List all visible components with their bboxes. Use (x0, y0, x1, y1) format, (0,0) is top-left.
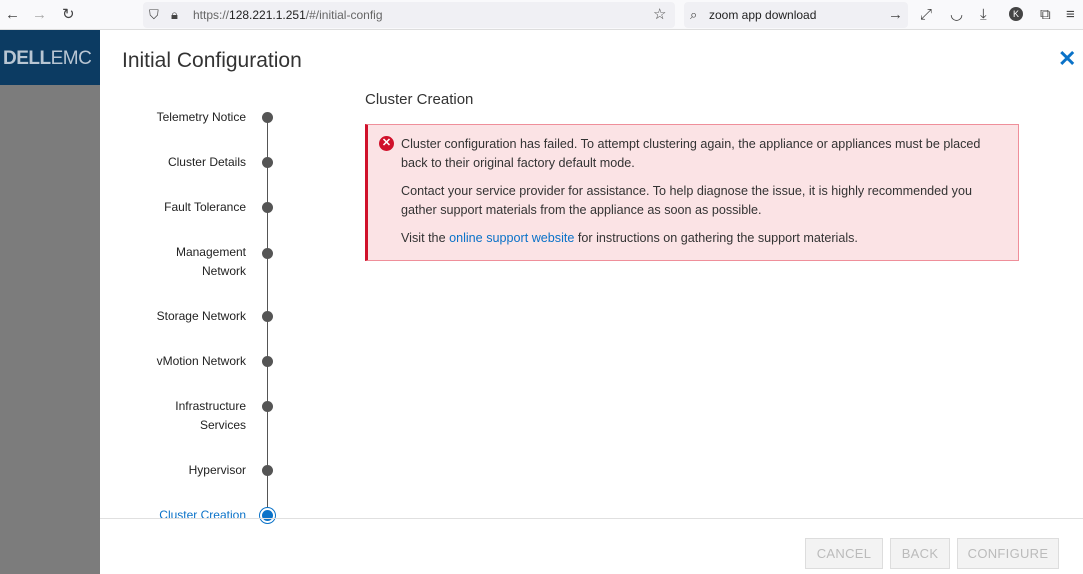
fullscreen-icon[interactable]: ⤢ (920, 5, 932, 25)
back-icon[interactable]: ← (5, 5, 20, 25)
footer-divider (100, 518, 1083, 519)
url-path: /#/initial-config (305, 8, 383, 22)
url-prefix: https:// (193, 8, 230, 22)
menu-icon[interactable]: ≡ (1066, 5, 1075, 25)
back-button[interactable]: BACK (890, 538, 950, 569)
step-dot (262, 356, 273, 367)
step-cluster-creation[interactable]: Cluster Creation (116, 506, 246, 525)
error-alert: ✕ Cluster configuration has failed. To a… (365, 124, 1019, 261)
search-input[interactable]: zoom app download (709, 8, 816, 22)
step-cluster-details[interactable]: Cluster Details (116, 153, 246, 172)
forward-icon[interactable]: → (32, 5, 47, 25)
cancel-button[interactable]: CANCEL (805, 538, 883, 569)
step-dot (262, 465, 273, 476)
step-dot (262, 112, 273, 123)
url-host: 128.221.1.251 (229, 8, 306, 22)
alert-support: Visit the online support website for ins… (401, 231, 858, 245)
step-dot (262, 248, 273, 259)
browser-toolbar: ← → ↻ ⛉ 🔒︎ https://128.221.1.251/#/initi… (0, 0, 1083, 30)
star-icon[interactable]: ☆ (653, 5, 666, 25)
section-title: Cluster Creation (365, 91, 474, 108)
configure-button[interactable]: CONFIGURE (957, 538, 1059, 569)
step-dot (262, 401, 273, 412)
step-dot (262, 202, 273, 213)
profile-avatar[interactable]: K (1009, 7, 1023, 21)
alert-message: Cluster configuration has failed. To att… (401, 137, 981, 170)
go-arrow-icon[interactable]: → (888, 5, 903, 25)
step-fault-tolerance[interactable]: Fault Tolerance (116, 198, 246, 217)
pocket-icon[interactable]: ◡ (950, 5, 963, 25)
overlay-background (0, 85, 100, 574)
dialog-title: Initial Configuration (122, 49, 302, 72)
step-dot (262, 311, 273, 322)
step-telemetry-notice[interactable]: Telemetry Notice (116, 108, 246, 127)
step-hypervisor[interactable]: Hypervisor (116, 461, 246, 480)
shield-icon[interactable]: ⛉ (149, 5, 159, 25)
dell-emc-logo: DELLEMC (3, 48, 92, 69)
address-bar[interactable]: ⛉ 🔒︎ https://128.221.1.251/#/initial-con… (143, 2, 675, 28)
reload-icon[interactable]: ↻ (62, 5, 75, 25)
initial-configuration-dialog: Initial Configuration ✕ Telemetry Notice… (100, 30, 1083, 574)
close-icon[interactable]: ✕ (1058, 46, 1076, 72)
download-icon[interactable]: ⤓ (980, 5, 987, 25)
search-bar[interactable]: ⌕ zoom app download → (684, 2, 908, 28)
search-icon: ⌕ (690, 7, 698, 22)
step-management-network[interactable]: Management Network (156, 243, 246, 281)
alert-assistance: Contact your service provider for assist… (401, 184, 972, 217)
extensions-icon[interactable]: ⧉ (1040, 5, 1051, 25)
step-storage-network[interactable]: Storage Network (116, 307, 246, 326)
step-dot-active (262, 510, 273, 521)
step-vmotion-network[interactable]: vMotion Network (116, 352, 246, 371)
step-dot (262, 157, 273, 168)
step-infrastructure-services[interactable]: Infrastructure Services (156, 397, 246, 435)
error-icon: ✕ (379, 136, 394, 151)
online-support-link[interactable]: online support website (449, 231, 574, 245)
lock-warning-icon[interactable]: 🔒︎ (171, 5, 178, 25)
